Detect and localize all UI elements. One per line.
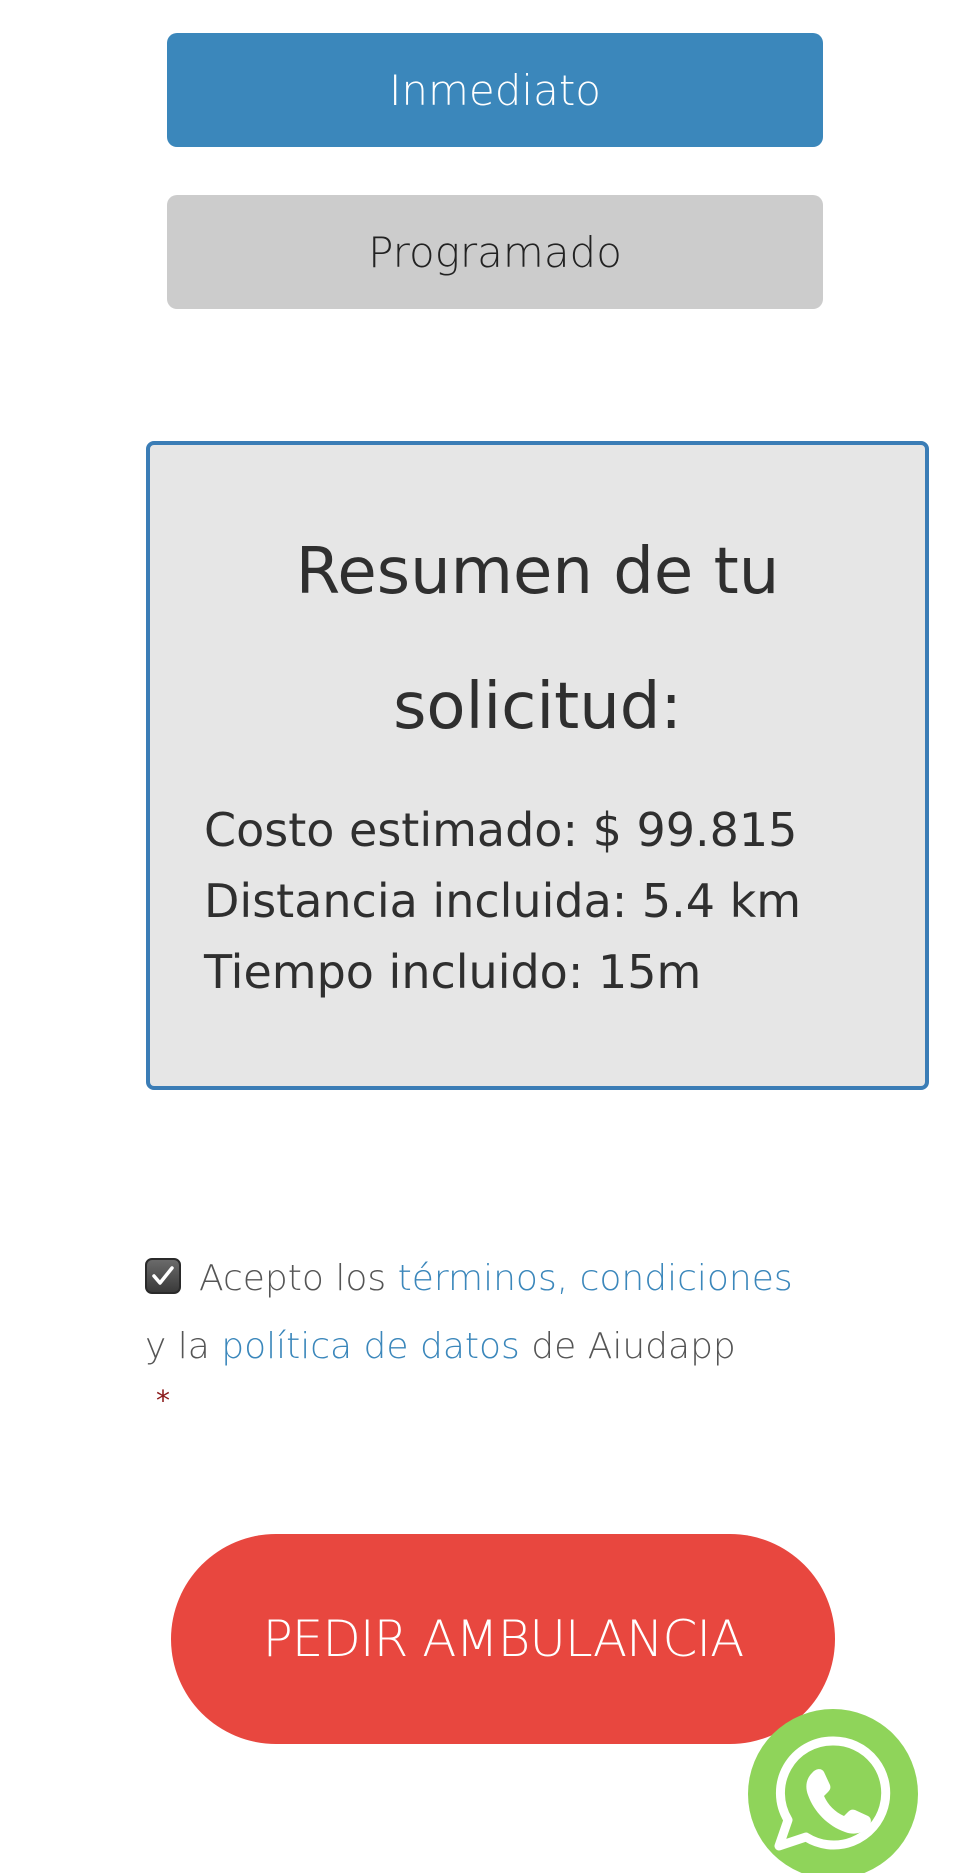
privacy-policy-link[interactable]: política de datos [221, 1326, 520, 1367]
summary-details: Costo estimado: $ 99.815 Distancia inclu… [204, 795, 801, 1008]
request-summary-box: Resumen de tu solicitud: Costo estimado:… [146, 441, 929, 1090]
included-distance-line: Distancia incluida: 5.4 km [204, 866, 801, 937]
request-page: Inmediato Programado Resumen de tu solic… [0, 0, 980, 1873]
included-distance-label: Distancia incluida: [204, 874, 628, 928]
included-time-value: 15m [597, 945, 702, 999]
estimated-cost-label: Costo estimado: [204, 803, 578, 857]
included-time-line: Tiempo incluido: 15m [204, 937, 801, 1008]
estimated-cost-line: Costo estimado: $ 99.815 [204, 795, 801, 866]
estimated-cost-value: $ 99.815 [592, 803, 798, 857]
terms-conditions-link[interactable]: términos, condiciones [398, 1258, 793, 1299]
whatsapp-button[interactable] [748, 1709, 918, 1873]
terms-checkbox[interactable] [145, 1258, 181, 1294]
summary-title: Resumen de tu solicitud: [295, 535, 780, 744]
terms-suffix: de Aiudapp [531, 1326, 736, 1367]
terms-acceptance: Acepto los términos, condiciones y la po… [145, 1245, 865, 1381]
request-ambulance-button[interactable]: PEDIR AMBULANCIA [171, 1534, 835, 1744]
included-time-label: Tiempo incluido: [204, 945, 584, 999]
scheduled-button[interactable]: Programado [167, 195, 823, 309]
checkmark-icon [152, 1266, 174, 1285]
included-distance-value: 5.4 km [641, 874, 802, 928]
immediate-button[interactable]: Inmediato [167, 33, 823, 147]
terms-prefix: Acepto los [199, 1258, 387, 1299]
terms-middle: y la [145, 1326, 210, 1367]
required-mark: * [156, 1384, 170, 1417]
whatsapp-icon [774, 1736, 891, 1851]
